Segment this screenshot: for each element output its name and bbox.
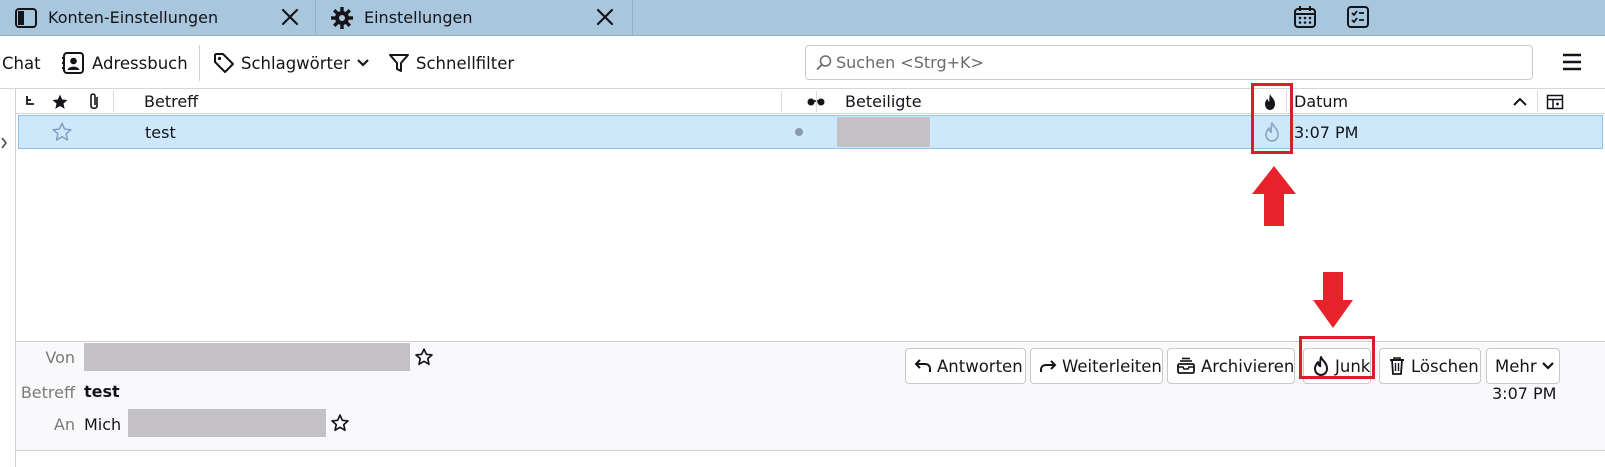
correspondents-column-label: Beteiligte: [845, 92, 922, 111]
chat-label: Chat: [2, 53, 41, 73]
contact-card-icon: [62, 52, 84, 74]
star-filled-icon: [52, 94, 68, 109]
more-button[interactable]: Mehr: [1486, 348, 1560, 384]
paperclip-icon: [90, 92, 98, 109]
tags-button[interactable]: Schlagwörter: [213, 48, 376, 78]
reply-label: Antworten: [937, 356, 1023, 376]
tab-bar: Konten-Einstellungen Einstellungen: [0, 0, 1605, 36]
annotation-arrow-up: [1252, 166, 1296, 226]
chevron-up-icon: [1513, 97, 1527, 106]
redacted-correspondent: [837, 117, 930, 147]
subject-column[interactable]: Betreff: [144, 89, 198, 114]
annotation-highlight-junk-column: [1251, 83, 1293, 154]
thread-column-header: Betreff Beteiligte Datum: [16, 89, 1605, 114]
star-toggle[interactable]: [51, 116, 73, 148]
message-time: 3:07 PM: [1492, 384, 1557, 403]
thread-icon: [26, 95, 34, 105]
date-column[interactable]: Datum: [1294, 89, 1348, 114]
tab-label: Konten-Einstellungen: [48, 8, 219, 27]
chevron-down-icon: [357, 59, 369, 67]
delete-label: Löschen: [1411, 356, 1479, 376]
chat-button[interactable]: Chat: [2, 48, 41, 78]
redacted-sender: [84, 343, 410, 371]
forward-button[interactable]: Weiterleiten: [1030, 348, 1163, 384]
annotation-arrow-down: [1313, 272, 1353, 328]
filter-icon: [389, 54, 409, 72]
search-icon: [816, 55, 832, 71]
column-divider: [1537, 91, 1538, 112]
column-divider: [113, 91, 114, 112]
unread-toggle[interactable]: [792, 116, 806, 148]
star-column[interactable]: [51, 89, 73, 114]
subject-label: Betreff: [20, 383, 75, 402]
annotation-highlight-junk-button: [1299, 336, 1375, 379]
reply-button[interactable]: Antworten: [905, 348, 1026, 384]
archive-label: Archivieren: [1201, 356, 1295, 376]
from-label: Von: [45, 348, 75, 367]
mail-toolbar: Chat Adressbuch Schlagwörter Schnellfilt…: [0, 37, 1605, 89]
quickfilter-label: Schnellfilter: [416, 53, 515, 73]
more-label: Mehr: [1495, 356, 1537, 376]
search-input[interactable]: [836, 48, 1516, 77]
tag-icon: [214, 53, 234, 73]
menu-icon[interactable]: [1560, 51, 1584, 73]
tasks-icon[interactable]: [1345, 4, 1371, 30]
sort-ascending-button[interactable]: [1512, 89, 1532, 114]
column-divider: [781, 91, 782, 112]
message-list: test 3:07 PM: [16, 114, 1605, 342]
forward-label: Weiterleiten: [1062, 356, 1162, 376]
message-date: 3:07 PM: [1294, 122, 1359, 142]
folder-pane-edge: [0, 89, 16, 467]
address-book-icon: [15, 8, 37, 28]
addressbook-label: Adressbuch: [92, 53, 188, 73]
calendar-icon[interactable]: [1292, 4, 1318, 30]
toolbar-divider: [199, 45, 200, 81]
search-box[interactable]: [805, 45, 1533, 80]
chevron-down-icon: [1541, 362, 1554, 370]
column-picker-button[interactable]: [1546, 89, 1566, 114]
thread-column[interactable]: [24, 89, 46, 114]
trash-icon: [1390, 357, 1404, 375]
correspondents-column[interactable]: Beteiligte: [845, 89, 922, 114]
archive-icon: [1177, 357, 1195, 374]
unread-column[interactable]: [806, 89, 828, 114]
read-dot-icon: [795, 128, 803, 136]
gear-icon: [331, 7, 353, 29]
tab-label: Einstellungen: [364, 8, 473, 27]
star-outline-icon[interactable]: [414, 347, 434, 367]
quickfilter-button[interactable]: Schnellfilter: [388, 48, 514, 78]
reply-icon: [914, 359, 931, 372]
message-subject: test: [145, 122, 176, 142]
subject-value: test: [84, 382, 120, 401]
to-label: An: [53, 415, 75, 434]
to-value: Mich: [84, 415, 122, 434]
redacted-recipient: [128, 409, 326, 437]
table-row[interactable]: test 3:07 PM: [18, 115, 1603, 149]
date-column-label: Datum: [1294, 92, 1349, 111]
tab-settings[interactable]: Einstellungen: [316, 0, 633, 36]
star-outline-icon[interactable]: [330, 413, 350, 433]
addressbook-button[interactable]: Adressbuch: [62, 48, 188, 78]
message-body-top: [16, 451, 1605, 467]
attachment-column[interactable]: [86, 89, 108, 114]
tags-label: Schlagwörter: [241, 53, 350, 73]
delete-button[interactable]: Löschen: [1379, 348, 1481, 384]
close-icon[interactable]: [279, 6, 301, 28]
subject-column-label: Betreff: [144, 92, 199, 111]
tab-account-settings[interactable]: Konten-Einstellungen: [0, 0, 316, 36]
splitter-icon[interactable]: [0, 137, 8, 149]
star-outline-icon: [52, 122, 72, 141]
forward-icon: [1040, 360, 1057, 372]
column-divider: [816, 91, 817, 112]
close-icon[interactable]: [594, 6, 616, 28]
archive-button[interactable]: Archivieren: [1167, 348, 1295, 384]
column-picker-icon: [1546, 94, 1564, 109]
